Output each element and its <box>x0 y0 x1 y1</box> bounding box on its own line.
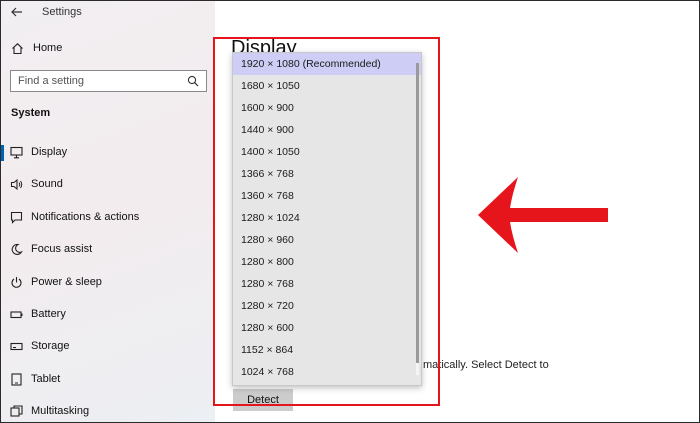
sidebar-item-label: Focus assist <box>31 243 93 256</box>
sidebar-item-label: Tablet <box>31 372 61 385</box>
multiple-displays-description: matically. Select Detect to <box>423 359 549 371</box>
back-arrow-icon[interactable] <box>10 5 24 19</box>
settings-sidebar: Settings Home Find a setting System Disp… <box>0 0 215 423</box>
tablet-icon <box>11 373 22 386</box>
multitasking-icon <box>10 405 23 417</box>
sidebar-item-battery[interactable]: Battery <box>0 302 215 334</box>
power-icon <box>11 276 22 288</box>
sidebar-item-multitasking[interactable]: Multitasking <box>0 399 215 423</box>
annotation-highlight-box <box>213 37 440 406</box>
home-label: Home <box>33 42 63 54</box>
storage-icon <box>10 343 23 351</box>
sidebar-item-label: Storage <box>31 340 70 353</box>
sidebar-item-power-sleep[interactable]: Power & sleep <box>0 270 215 302</box>
moon-icon <box>11 244 23 256</box>
title-bar: Settings <box>0 0 215 26</box>
app-title: Settings <box>42 6 82 18</box>
home-icon <box>12 43 23 55</box>
sidebar-item-label: Multitasking <box>31 405 90 418</box>
sidebar-item-label: Battery <box>31 307 66 320</box>
battery-icon <box>10 311 23 319</box>
sidebar-item-sound[interactable]: Sound <box>0 172 215 204</box>
sidebar-item-notifications[interactable]: Notifications & actions <box>0 205 215 237</box>
speaker-icon <box>10 179 23 191</box>
sidebar-item-label: Display <box>31 146 68 158</box>
section-title: System <box>11 107 51 119</box>
sidebar-item-label: Sound <box>31 178 63 191</box>
monitor-icon <box>10 146 23 159</box>
search-placeholder: Find a setting <box>18 75 85 87</box>
annotation-arrow-icon <box>478 177 608 253</box>
sidebar-item-label: Notifications & actions <box>31 210 140 223</box>
sidebar-nav: Display Sound Notifications & actions Fo… <box>0 140 215 423</box>
notification-icon <box>10 211 23 224</box>
search-box[interactable]: Find a setting <box>10 70 207 92</box>
home-link[interactable]: Home <box>0 38 215 60</box>
sidebar-item-storage[interactable]: Storage <box>0 334 215 366</box>
sidebar-item-display[interactable]: Display <box>0 140 215 172</box>
sidebar-item-focus-assist[interactable]: Focus assist <box>0 237 215 269</box>
sidebar-item-label: Power & sleep <box>31 275 102 288</box>
search-icon[interactable] <box>187 75 199 87</box>
sidebar-item-tablet[interactable]: Tablet <box>0 367 215 399</box>
